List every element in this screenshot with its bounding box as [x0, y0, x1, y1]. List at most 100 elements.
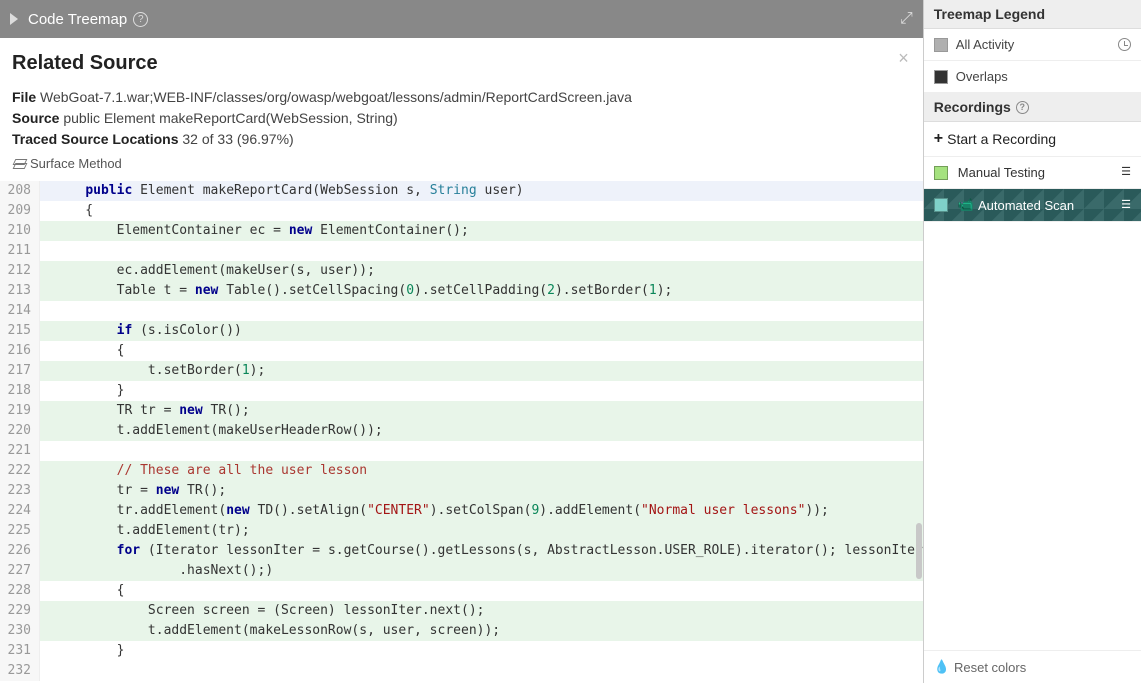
titlebar-title: Code Treemap	[28, 11, 127, 28]
line-number: 224	[0, 501, 40, 521]
line-number: 228	[0, 581, 40, 601]
code-text: public Element makeReportCard(WebSession…	[40, 181, 524, 201]
line-number: 231	[0, 641, 40, 661]
traced-line: Traced Source Locations 32 of 33 (96.97%…	[12, 129, 911, 150]
line-number: 211	[0, 241, 40, 261]
line-number: 223	[0, 481, 40, 501]
line-number: 218	[0, 381, 40, 401]
help-icon[interactable]: ?	[133, 12, 148, 27]
help-icon[interactable]: ?	[1016, 101, 1029, 114]
color-swatch	[934, 70, 948, 84]
code-text	[40, 441, 54, 461]
code-line[interactable]: 225 t.addElement(tr);	[0, 521, 923, 541]
line-number: 229	[0, 601, 40, 621]
code-text: if (s.isColor())	[40, 321, 242, 341]
line-number: 214	[0, 301, 40, 321]
line-number: 227	[0, 561, 40, 581]
code-text: Screen screen = (Screen) lessonIter.next…	[40, 601, 484, 621]
close-icon[interactable]: ×	[898, 48, 909, 69]
code-text: t.addElement(makeLessonRow(s, user, scre…	[40, 621, 500, 641]
layers-icon	[12, 158, 26, 170]
recording-item[interactable]: 📹Automated Scan☰	[924, 189, 1141, 222]
code-line[interactable]: 227 .hasNext();)	[0, 561, 923, 581]
code-text: for (Iterator lessonIter = s.getCourse()…	[40, 541, 923, 561]
code-line[interactable]: 224 tr.addElement(new TD().setAlign("CEN…	[0, 501, 923, 521]
code-line[interactable]: 230 t.addElement(makeLessonRow(s, user, …	[0, 621, 923, 641]
code-line[interactable]: 214	[0, 301, 923, 321]
code-line[interactable]: 223 tr = new TR();	[0, 481, 923, 501]
line-number: 221	[0, 441, 40, 461]
code-line[interactable]: 229 Screen screen = (Screen) lessonIter.…	[0, 601, 923, 621]
code-line[interactable]: 228 {	[0, 581, 923, 601]
code-text: }	[40, 381, 124, 401]
reset-colors[interactable]: 💧Reset colors	[924, 650, 1141, 683]
code-line[interactable]: 232	[0, 661, 923, 681]
recordings-header: Recordings?	[924, 93, 1141, 122]
legend-item[interactable]: Overlaps	[924, 61, 1141, 93]
recording-item[interactable]: Manual Testing ☰	[924, 157, 1141, 189]
code-line[interactable]: 216 {	[0, 341, 923, 361]
code-line[interactable]: 215 if (s.isColor())	[0, 321, 923, 341]
file-line: File WebGoat-7.1.war;WEB-INF/classes/org…	[12, 87, 911, 108]
line-number: 210	[0, 221, 40, 241]
code-line[interactable]: 221	[0, 441, 923, 461]
code-text: tr = new TR();	[40, 481, 226, 501]
code-text: {	[40, 341, 124, 361]
legend-label: Overlaps	[956, 69, 1008, 84]
legend-header: Treemap Legend	[924, 0, 1141, 29]
code-text: tr.addElement(new TD().setAlign("CENTER"…	[40, 501, 829, 521]
code-line[interactable]: 209 {	[0, 201, 923, 221]
list-icon[interactable]: ☰	[1121, 167, 1131, 178]
expand-icon[interactable]: ⤢	[900, 10, 913, 28]
code-line[interactable]: 231 }	[0, 641, 923, 661]
code-line[interactable]: 211	[0, 241, 923, 261]
code-text: ec.addElement(makeUser(s, user));	[40, 261, 375, 281]
scrollbar-thumb[interactable]	[916, 523, 922, 579]
play-icon[interactable]	[10, 13, 18, 25]
code-area[interactable]: 208 public Element makeReportCard(WebSes…	[0, 181, 923, 683]
legend-item[interactable]: All Activity	[924, 29, 1141, 61]
code-text: t.addElement(tr);	[40, 521, 250, 541]
camera-icon: 📹	[958, 197, 974, 213]
code-line[interactable]: 220 t.addElement(makeUserHeaderRow());	[0, 421, 923, 441]
code-line[interactable]: 208 public Element makeReportCard(WebSes…	[0, 181, 923, 201]
code-text	[40, 241, 54, 261]
code-line[interactable]: 210 ElementContainer ec = new ElementCon…	[0, 221, 923, 241]
code-text: // These are all the user lesson	[40, 461, 367, 481]
color-swatch	[934, 166, 948, 180]
code-text: {	[40, 201, 93, 221]
code-text: .hasNext();)	[40, 561, 273, 581]
code-text: ElementContainer ec = new ElementContain…	[40, 221, 469, 241]
line-number: 216	[0, 341, 40, 361]
line-number: 217	[0, 361, 40, 381]
line-number: 213	[0, 281, 40, 301]
code-line[interactable]: 226 for (Iterator lessonIter = s.getCour…	[0, 541, 923, 561]
code-line[interactable]: 219 TR tr = new TR();	[0, 401, 923, 421]
related-source-header: × Related Source File WebGoat-7.1.war;WE…	[0, 38, 923, 181]
code-text: TR tr = new TR();	[40, 401, 250, 421]
line-number: 230	[0, 621, 40, 641]
header-title: Related Source	[12, 52, 911, 75]
line-number: 220	[0, 421, 40, 441]
code-line[interactable]: 218 }	[0, 381, 923, 401]
right-panel: Treemap Legend All Activity Overlaps Reco…	[924, 0, 1141, 683]
code-line[interactable]: 213 Table t = new Table().setCellSpacing…	[0, 281, 923, 301]
list-icon[interactable]: ☰	[1121, 200, 1131, 211]
code-line[interactable]: 212 ec.addElement(makeUser(s, user));	[0, 261, 923, 281]
code-line[interactable]: 222 // These are all the user lesson	[0, 461, 923, 481]
plus-icon: +	[934, 130, 943, 148]
source-line: Source public Element makeReportCard(Web…	[12, 108, 911, 129]
code-line[interactable]: 217 t.setBorder(1);	[0, 361, 923, 381]
recording-label: Manual Testing	[958, 165, 1045, 180]
line-number: 225	[0, 521, 40, 541]
code-text: Table t = new Table().setCellSpacing(0).…	[40, 281, 672, 301]
surface-method: Surface Method	[12, 156, 911, 171]
line-number: 212	[0, 261, 40, 281]
start-recording[interactable]: +Start a Recording	[924, 122, 1141, 157]
code-text	[40, 661, 54, 681]
legend-label: All Activity	[956, 37, 1015, 52]
titlebar: Code Treemap ? ⤢	[0, 0, 923, 38]
code-text	[40, 301, 54, 321]
color-swatch	[934, 38, 948, 52]
code-text: t.setBorder(1);	[40, 361, 265, 381]
